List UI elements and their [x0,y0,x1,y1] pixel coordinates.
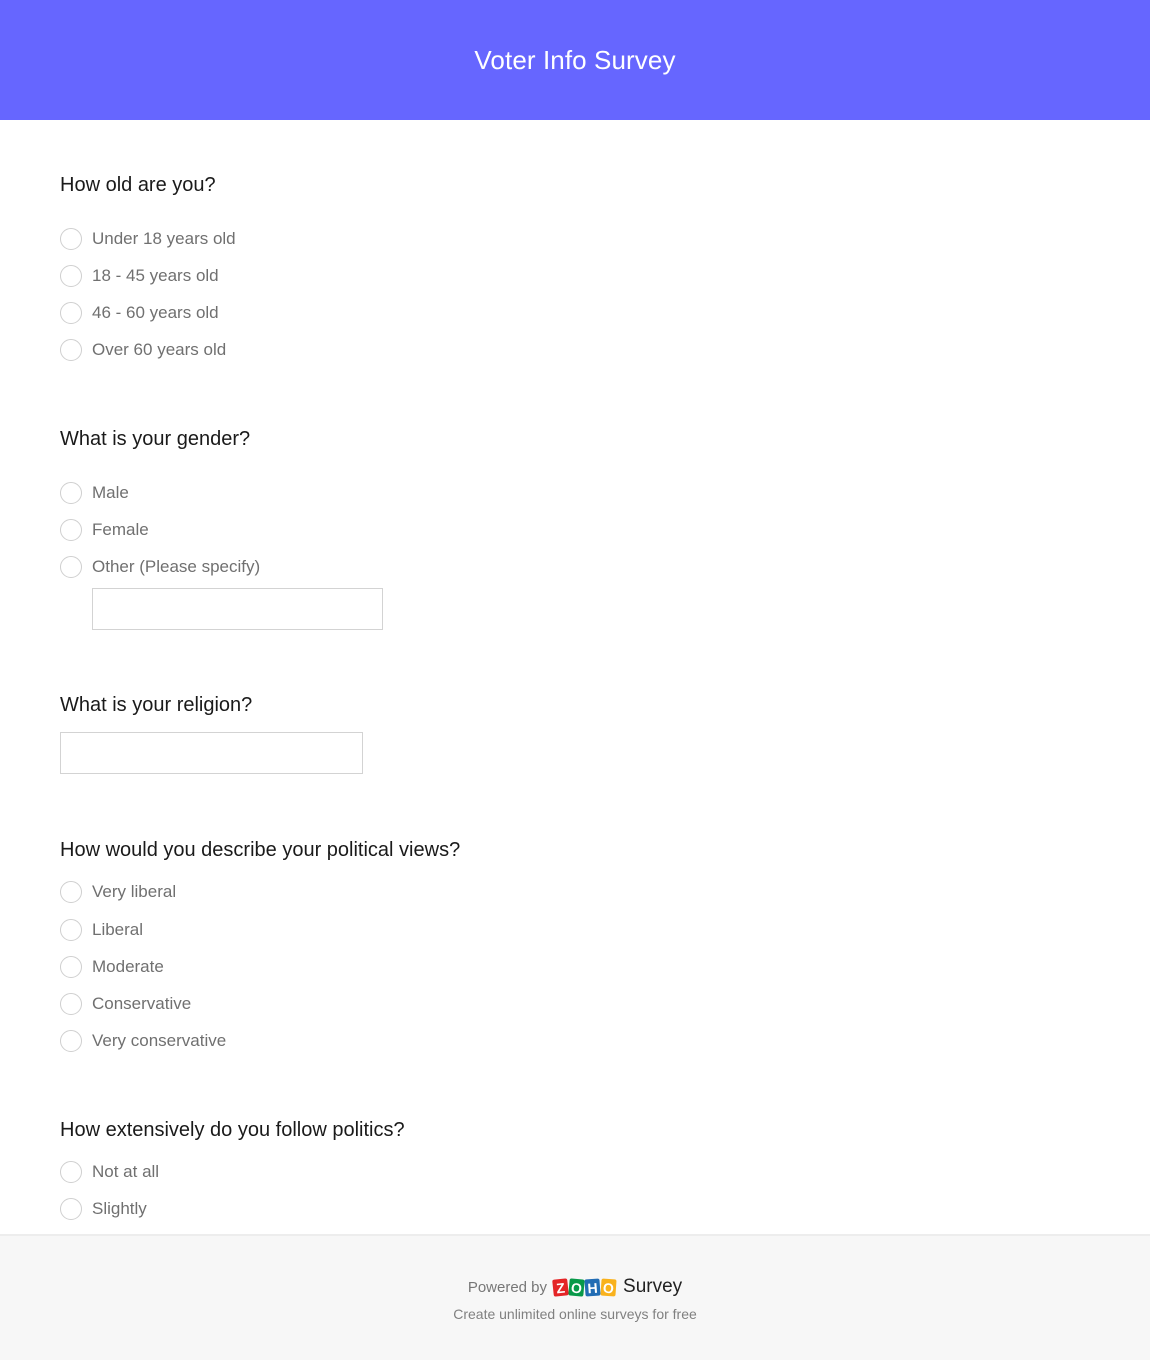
radio-button[interactable] [60,956,82,978]
gender-other-input[interactable] [92,588,383,630]
option-not-at-all[interactable]: Not at all [60,1159,159,1185]
option-label: Liberal [92,920,144,939]
option-other[interactable]: Other (Please specify) [60,554,260,580]
survey-title: Voter Info Survey [474,44,676,75]
option-female[interactable]: Female [60,517,149,543]
radio-button[interactable] [60,993,82,1015]
radio-button[interactable] [60,302,82,324]
option-label: 18 - 45 years old [92,266,219,285]
survey-brand: Survey [623,1276,683,1297]
question-title: What is your religion? [60,694,253,716]
question-gender: What is your gender? [60,428,250,451]
option-moderate[interactable]: Moderate [60,954,164,980]
question-religion: What is your religion? [60,694,252,717]
option-label: Very liberal [92,882,177,901]
question-title: How extensively do you follow politics? [60,1119,405,1141]
question-title: What is your gender? [60,428,251,450]
option-male[interactable]: Male [60,480,129,506]
option-label: Moderate [92,957,164,976]
option-18-45[interactable]: 18 - 45 years old [60,263,219,289]
option-label: Slightly [92,1199,147,1218]
option-label: Male [92,483,129,502]
radio-button[interactable] [60,265,82,287]
footer: Powered by Z O H O Survey Create unlimit… [0,1234,1150,1360]
powered-by-link[interactable]: Powered by Z O H O Survey [0,1276,1150,1298]
option-label: Other (Please specify) [92,557,261,576]
radio-button[interactable] [60,339,82,361]
option-label: Not at all [92,1162,160,1181]
radio-button[interactable] [60,881,82,903]
radio-button[interactable] [60,228,82,250]
zoho-logo-icon: Z O H O [552,1277,617,1297]
option-label: Female [92,520,149,539]
option-conservative[interactable]: Conservative [60,991,191,1017]
question-age: How old are you? [60,174,216,197]
question-title: How old are you? [60,174,216,196]
question-title: How would you describe your political vi… [60,839,461,861]
zoho-letter: Z [552,1277,569,1297]
option-label: Over 60 years old [92,340,227,359]
option-label: 46 - 60 years old [92,303,219,322]
option-slightly[interactable]: Slightly [60,1196,147,1222]
zoho-letter: O [568,1277,585,1297]
radio-button[interactable] [60,1198,82,1220]
zoho-letter: H [584,1277,601,1297]
radio-button[interactable] [60,1161,82,1183]
footer-tagline[interactable]: Create unlimited online surveys for free [0,1306,1150,1322]
option-very-conservative[interactable]: Very conservative [60,1028,226,1054]
radio-button[interactable] [60,482,82,504]
option-under-18[interactable]: Under 18 years old [60,226,236,252]
radio-button[interactable] [60,1030,82,1052]
option-label: Very conservative [92,1031,227,1050]
survey-header: Voter Info Survey [0,0,1150,120]
radio-button[interactable] [60,556,82,578]
option-over-60[interactable]: Over 60 years old [60,337,226,363]
zoho-letter: O [600,1277,617,1297]
radio-button[interactable] [60,519,82,541]
question-political-views: How would you describe your political vi… [60,839,460,862]
powered-by-text: Powered by [467,1278,548,1296]
option-very-liberal[interactable]: Very liberal [60,879,176,905]
radio-button[interactable] [60,919,82,941]
option-label: Conservative [92,994,192,1013]
religion-input[interactable] [60,732,363,774]
option-label: Under 18 years old [92,229,236,248]
option-liberal[interactable]: Liberal [60,917,143,943]
option-46-60[interactable]: 46 - 60 years old [60,300,219,326]
question-follow-politics: How extensively do you follow politics? [60,1119,405,1142]
